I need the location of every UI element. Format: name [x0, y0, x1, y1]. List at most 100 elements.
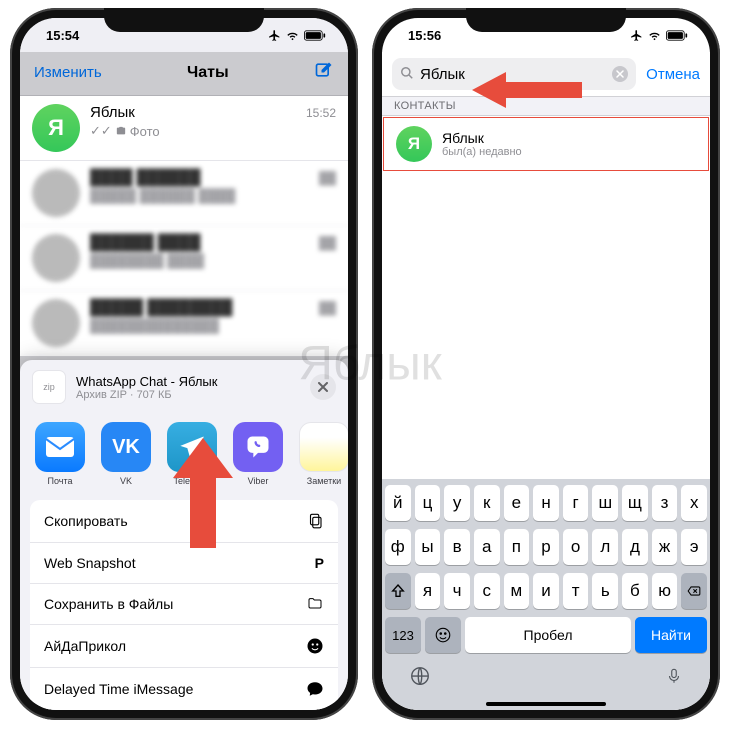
share-action-list: Скопировать Web Snapshot P Сохранить в Ф… — [30, 500, 338, 710]
share-file-subtitle: Архив ZIP · 707 КБ — [76, 389, 300, 401]
chat-bubble-icon — [306, 680, 324, 698]
wifi-icon — [285, 30, 300, 41]
key-emoji[interactable] — [425, 617, 461, 653]
action-save-to-files[interactable]: Сохранить в Файлы — [30, 584, 338, 625]
action-label: Скопировать — [44, 513, 128, 529]
key-м[interactable]: м — [504, 573, 530, 609]
chat-row-yablyk[interactable]: Я Яблык 15:52 ✓✓ Фото — [20, 96, 348, 161]
key-ю[interactable]: ю — [652, 573, 678, 609]
key-й[interactable]: й — [385, 485, 411, 521]
key-и[interactable]: и — [533, 573, 559, 609]
key-д[interactable]: д — [622, 529, 648, 565]
cancel-button[interactable]: Отмена — [646, 66, 700, 83]
globe-key[interactable] — [409, 665, 431, 692]
share-file-title: WhatsApp Chat - Яблык — [76, 374, 300, 389]
chat-row-blurred[interactable]: ██████ ██████████████ ████ — [20, 226, 348, 291]
key-л[interactable]: л — [592, 529, 618, 565]
airplane-icon — [630, 29, 643, 42]
search-query-text: Яблык — [420, 66, 606, 83]
chat-name: Яблык — [90, 104, 135, 121]
share-app-mail[interactable]: Почта — [34, 422, 86, 486]
key-р[interactable]: р — [533, 529, 559, 565]
phone-right: 15:56 Яблык Отмена — [372, 8, 720, 720]
airplane-icon — [268, 29, 281, 42]
avatar-yablyk: Я — [32, 104, 80, 152]
status-icons — [630, 29, 688, 42]
action-label: Delayed Time iMessage — [44, 681, 193, 697]
share-app-viber[interactable]: Viber — [232, 422, 284, 486]
share-app-telegram[interactable]: Telegram — [166, 422, 218, 486]
key-п[interactable]: п — [504, 529, 530, 565]
mail-icon — [45, 436, 75, 458]
chats-navbar: Изменить Чаты — [20, 52, 348, 96]
search-input[interactable]: Яблык — [392, 58, 636, 90]
key-ы[interactable]: ы — [415, 529, 441, 565]
action-copy[interactable]: Скопировать — [30, 500, 338, 543]
chat-time: 15:52 — [306, 106, 336, 120]
key-э[interactable]: э — [681, 529, 707, 565]
edit-button[interactable]: Изменить — [34, 64, 102, 81]
status-time: 15:54 — [46, 28, 79, 43]
action-web-snapshot[interactable]: Web Snapshot P — [30, 543, 338, 584]
action-aidaprikol[interactable]: АйДаПрикол — [30, 625, 338, 668]
shift-key[interactable] — [385, 573, 411, 609]
key-я[interactable]: я — [415, 573, 441, 609]
share-header: zip WhatsApp Chat - Яблык Архив ZIP · 70… — [20, 360, 348, 414]
key-а[interactable]: а — [474, 529, 500, 565]
folder-icon — [306, 596, 324, 612]
notch — [466, 8, 626, 32]
share-app-row: Почта VK VK Telegram — [20, 414, 348, 490]
search-row: Яблык Отмена — [382, 52, 710, 96]
clear-search-button[interactable] — [612, 66, 628, 82]
key-х[interactable]: х — [681, 485, 707, 521]
key-find[interactable]: Найти — [635, 617, 707, 653]
search-result-yablyk[interactable]: Я Яблык был(а) недавно — [383, 117, 709, 171]
action-delayed-imessage[interactable]: Delayed Time iMessage — [30, 668, 338, 710]
result-avatar: Я — [396, 126, 432, 162]
close-icon — [616, 70, 624, 78]
mic-key[interactable] — [665, 665, 683, 692]
share-app-notes[interactable]: Заметки — [298, 422, 348, 486]
key-к[interactable]: к — [474, 485, 500, 521]
share-close-button[interactable] — [310, 374, 336, 400]
key-ж[interactable]: ж — [652, 529, 678, 565]
camera-icon — [115, 126, 127, 136]
key-ф[interactable]: ф — [385, 529, 411, 565]
key-ш[interactable]: ш — [592, 485, 618, 521]
backspace-key[interactable] — [681, 573, 707, 609]
key-г[interactable]: г — [563, 485, 589, 521]
result-name: Яблык — [442, 130, 522, 146]
keyboard-footer — [385, 659, 707, 708]
copy-icon — [306, 512, 324, 530]
chat-row-blurred[interactable]: █████ ████████████████████████ — [20, 291, 348, 356]
key-у[interactable]: у — [444, 485, 470, 521]
key-о[interactable]: о — [563, 529, 589, 565]
key-123[interactable]: 123 — [385, 617, 421, 653]
status-time: 15:56 — [408, 28, 441, 43]
share-app-vk[interactable]: VK VK — [100, 422, 152, 486]
key-ч[interactable]: ч — [444, 573, 470, 609]
compose-icon — [314, 60, 334, 80]
key-ц[interactable]: ц — [415, 485, 441, 521]
action-label: Web Snapshot — [44, 555, 136, 571]
compose-button[interactable] — [314, 60, 334, 85]
home-indicator — [486, 702, 606, 706]
key-в[interactable]: в — [444, 529, 470, 565]
key-з[interactable]: з — [652, 485, 678, 521]
key-ь[interactable]: ь — [592, 573, 618, 609]
key-е[interactable]: е — [504, 485, 530, 521]
chat-list: Я Яблык 15:52 ✓✓ Фото — [20, 96, 348, 356]
key-б[interactable]: б — [622, 573, 648, 609]
backspace-icon — [684, 584, 704, 598]
app-label: Заметки — [307, 476, 341, 486]
chat-row-blurred[interactable]: ████ █████████████ ██████ ████ — [20, 161, 348, 226]
globe-icon — [409, 665, 431, 687]
key-т[interactable]: т — [563, 573, 589, 609]
key-с[interactable]: с — [474, 573, 500, 609]
key-н[interactable]: н — [533, 485, 559, 521]
battery-icon — [304, 30, 326, 41]
viber-icon — [244, 433, 272, 461]
key-space[interactable]: Пробел — [465, 617, 631, 653]
keyboard: йцукенгшщзх фывапролджэ ячсмитьбю 123 Пр… — [382, 479, 710, 710]
key-щ[interactable]: щ — [622, 485, 648, 521]
